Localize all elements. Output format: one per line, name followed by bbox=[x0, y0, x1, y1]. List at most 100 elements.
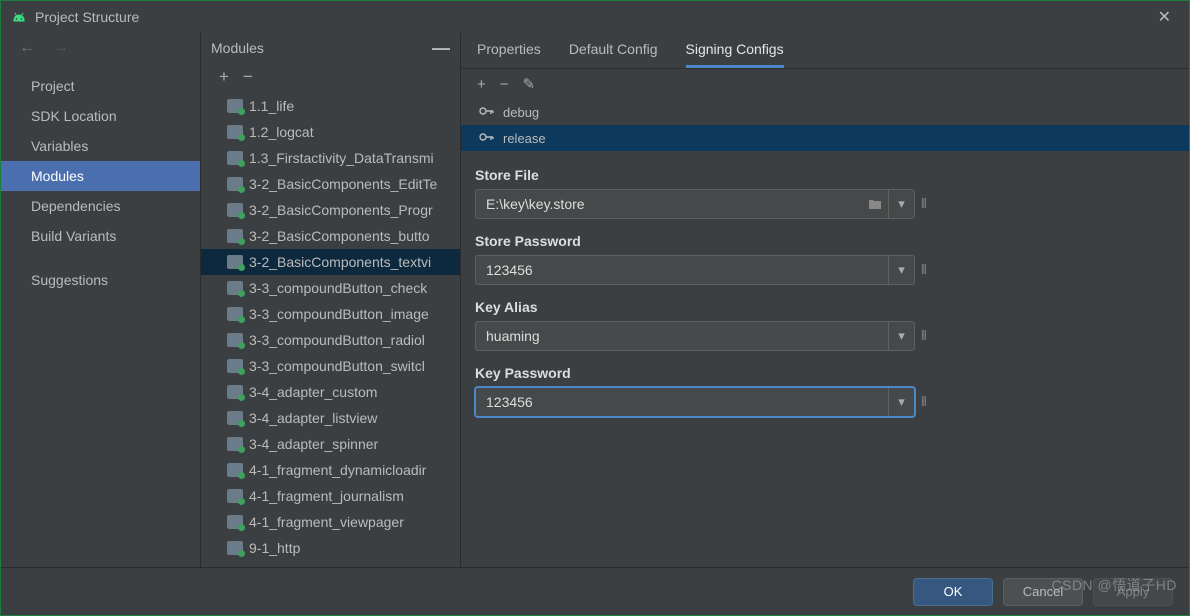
module-item[interactable]: 3-3_compoundButton_check bbox=[201, 275, 460, 301]
browse-icon[interactable] bbox=[862, 190, 888, 218]
module-label: 3-3_compoundButton_image bbox=[249, 306, 429, 322]
store-file-input-wrap: ▾ bbox=[475, 189, 915, 219]
edit-config-icon[interactable]: ✎ bbox=[523, 75, 536, 93]
module-label: 1.1_life bbox=[249, 98, 294, 114]
key-icon bbox=[479, 104, 495, 120]
store-file-label: Store File bbox=[475, 167, 1175, 183]
content-panel: PropertiesDefault ConfigSigning Configs … bbox=[461, 33, 1189, 567]
key-alias-input[interactable] bbox=[476, 328, 888, 344]
collapse-icon[interactable]: — bbox=[432, 38, 450, 59]
android-icon bbox=[11, 9, 27, 25]
module-item[interactable]: 3-3_compoundButton_radiol bbox=[201, 327, 460, 353]
module-label: 3-4_adapter_custom bbox=[249, 384, 377, 400]
key-alias-dropdown-icon[interactable]: ▾ bbox=[888, 322, 914, 350]
apply-button[interactable]: Apply bbox=[1093, 578, 1173, 606]
module-item[interactable]: 3-3_compoundButton_switcl bbox=[201, 353, 460, 379]
module-label: 3-2_BasicComponents_Progr bbox=[249, 202, 433, 218]
add-config-icon[interactable]: + bbox=[477, 76, 486, 93]
tab-properties[interactable]: Properties bbox=[477, 33, 541, 68]
module-label: 1.2_logcat bbox=[249, 124, 314, 140]
modules-header: Modules bbox=[211, 40, 264, 56]
module-item[interactable]: 3-3_compoundButton_image bbox=[201, 301, 460, 327]
config-item-release[interactable]: release bbox=[461, 125, 1189, 151]
folder-icon bbox=[227, 99, 243, 113]
back-icon[interactable]: ← bbox=[19, 39, 35, 57]
module-item[interactable]: 1.2_logcat bbox=[201, 119, 460, 145]
folder-icon bbox=[227, 489, 243, 503]
module-item[interactable]: 4-1_fragment_viewpager bbox=[201, 509, 460, 535]
module-item[interactable]: 3-2_BasicComponents_EditTe bbox=[201, 171, 460, 197]
folder-icon bbox=[227, 177, 243, 191]
module-item[interactable]: 3-4_adapter_listview bbox=[201, 405, 460, 431]
store-password-dropdown-icon[interactable]: ▾ bbox=[888, 256, 914, 284]
module-label: 3-3_compoundButton_check bbox=[249, 280, 427, 296]
module-label: 3-2_BasicComponents_butto bbox=[249, 228, 430, 244]
module-item[interactable]: 4-1_fragment_dynamicloadir bbox=[201, 457, 460, 483]
module-item[interactable]: 3-4_adapter_spinner bbox=[201, 431, 460, 457]
close-icon[interactable]: ✕ bbox=[1150, 3, 1179, 31]
module-item[interactable]: 1.1_life bbox=[201, 93, 460, 119]
module-label: 4-1_fragment_dynamicloadir bbox=[249, 462, 426, 478]
module-item[interactable]: 3-2_BasicComponents_butto bbox=[201, 223, 460, 249]
remove-module-icon[interactable]: − bbox=[243, 67, 253, 87]
config-label: release bbox=[503, 131, 546, 146]
module-label: 3-4_adapter_listview bbox=[249, 410, 377, 426]
module-item[interactable]: 9-1_http bbox=[201, 535, 460, 561]
module-item[interactable]: 1.3_Firstactivity_DataTransmi bbox=[201, 145, 460, 171]
nav-item-build-variants[interactable]: Build Variants bbox=[1, 221, 200, 251]
ok-button[interactable]: OK bbox=[913, 578, 993, 606]
module-label: 1.3_Firstactivity_DataTransmi bbox=[249, 150, 434, 166]
reset-icon[interactable]: ⦀ bbox=[921, 394, 929, 410]
store-file-input[interactable] bbox=[476, 196, 862, 212]
store-password-input-wrap: ▾ bbox=[475, 255, 915, 285]
folder-icon bbox=[227, 307, 243, 321]
modules-panel: Modules — + − 1.1_life 1.2_logcat 1.3_Firs… bbox=[201, 33, 461, 567]
tab-signing-configs[interactable]: Signing Configs bbox=[686, 33, 784, 68]
folder-icon bbox=[227, 515, 243, 529]
module-label: 9-1_http bbox=[249, 540, 300, 556]
module-label: 3-4_adapter_spinner bbox=[249, 436, 378, 452]
add-module-icon[interactable]: + bbox=[219, 67, 229, 87]
cancel-button[interactable]: Cancel bbox=[1003, 578, 1083, 606]
nav-item-suggestions[interactable]: Suggestions bbox=[1, 265, 200, 295]
remove-config-icon[interactable]: − bbox=[500, 76, 509, 93]
folder-icon bbox=[227, 203, 243, 217]
folder-icon bbox=[227, 411, 243, 425]
folder-icon bbox=[227, 333, 243, 347]
folder-icon bbox=[227, 151, 243, 165]
config-item-debug[interactable]: debug bbox=[461, 99, 1189, 125]
reset-icon[interactable]: ⦀ bbox=[921, 196, 929, 212]
folder-icon bbox=[227, 229, 243, 243]
module-label: 4-1_fragment_journalism bbox=[249, 488, 404, 504]
module-label: 4-1_fragment_viewpager bbox=[249, 514, 404, 530]
folder-icon bbox=[227, 281, 243, 295]
module-item[interactable]: 3-4_adapter_custom bbox=[201, 379, 460, 405]
store-password-input[interactable] bbox=[476, 262, 888, 278]
window-title: Project Structure bbox=[35, 9, 139, 25]
folder-icon bbox=[227, 125, 243, 139]
folder-icon bbox=[227, 463, 243, 477]
signing-form: Store File ▾ ⦀ Store Password ▾ bbox=[461, 151, 1189, 567]
tab-default-config[interactable]: Default Config bbox=[569, 33, 658, 68]
nav-item-variables[interactable]: Variables bbox=[1, 131, 200, 161]
key-password-input[interactable] bbox=[476, 394, 888, 410]
reset-icon[interactable]: ⦀ bbox=[921, 328, 929, 344]
nav-item-dependencies[interactable]: Dependencies bbox=[1, 191, 200, 221]
key-alias-input-wrap: ▾ bbox=[475, 321, 915, 351]
module-item[interactable]: 3-2_BasicComponents_Progr bbox=[201, 197, 460, 223]
nav-history: ← → bbox=[1, 33, 200, 63]
folder-icon bbox=[227, 255, 243, 269]
store-file-dropdown-icon[interactable]: ▾ bbox=[888, 190, 914, 218]
nav-item-modules[interactable]: Modules bbox=[1, 161, 200, 191]
nav-item-project[interactable]: Project bbox=[1, 71, 200, 101]
reset-icon[interactable]: ⦀ bbox=[921, 262, 929, 278]
module-item[interactable]: 3-2_BasicComponents_textvi bbox=[201, 249, 460, 275]
key-password-dropdown-icon[interactable]: ▾ bbox=[888, 388, 914, 416]
module-label: 3-2_BasicComponents_textvi bbox=[249, 254, 431, 270]
key-password-input-wrap: ▾ bbox=[475, 387, 915, 417]
nav-item-sdk-location[interactable]: SDK Location bbox=[1, 101, 200, 131]
module-label: 3-3_compoundButton_switcl bbox=[249, 358, 425, 374]
forward-icon[interactable]: → bbox=[53, 39, 69, 57]
key-password-label: Key Password bbox=[475, 365, 1175, 381]
module-item[interactable]: 4-1_fragment_journalism bbox=[201, 483, 460, 509]
